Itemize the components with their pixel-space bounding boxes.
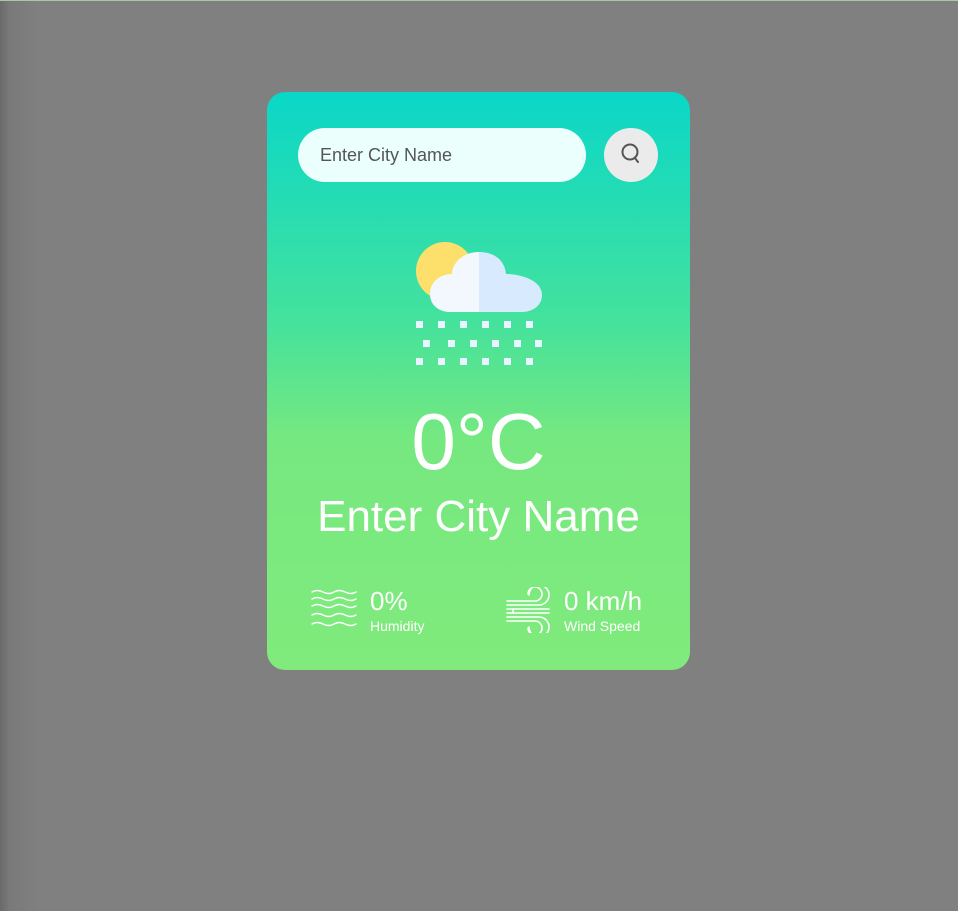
search-bar [298, 128, 658, 182]
top-border [0, 0, 958, 1]
humidity-detail: 0% Humidity [310, 586, 470, 636]
weather-card: 0°C Enter City Name 0% Humidity [267, 92, 690, 670]
search-button[interactable] [604, 128, 658, 182]
wind-value: 0 km/h [564, 586, 643, 616]
left-shadow [0, 1, 40, 911]
city-name: Enter City Name [317, 492, 640, 541]
humidity-label: Humidity [370, 618, 425, 634]
city-search-input[interactable] [298, 128, 586, 182]
search-icon [621, 143, 639, 163]
cloud-snow-sun-icon [416, 242, 542, 365]
temperature: 0°C [411, 397, 546, 486]
humidity-waves-icon [311, 589, 357, 627]
wind-detail: 0 km/h Wind Speed [505, 586, 675, 636]
wind-icon [506, 587, 550, 633]
humidity-value: 0% [370, 586, 408, 616]
wind-label: Wind Speed [564, 618, 641, 634]
